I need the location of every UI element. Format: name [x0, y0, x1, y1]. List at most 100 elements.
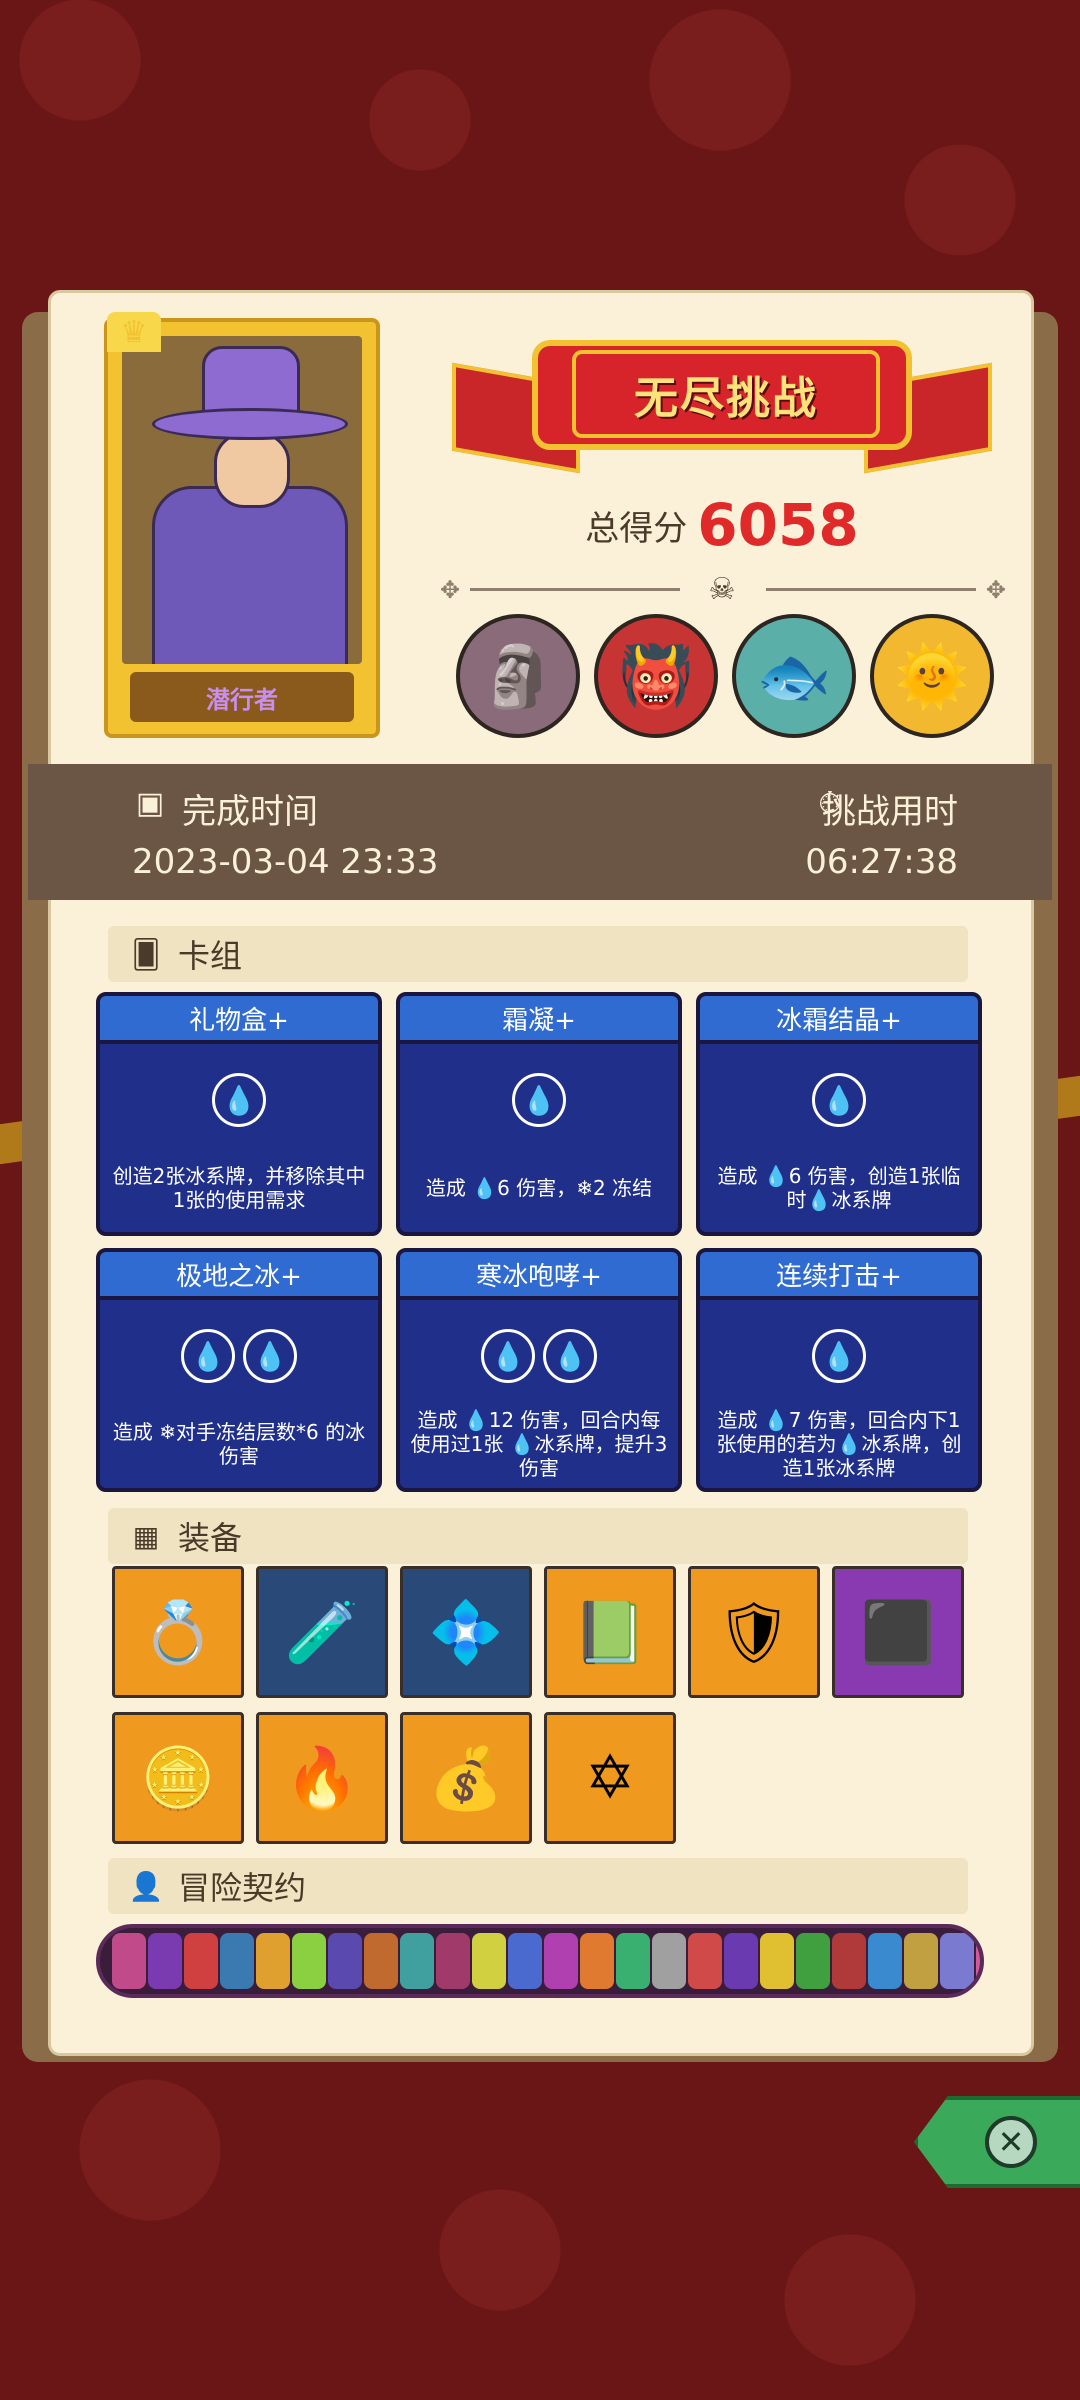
divider-line — [470, 588, 680, 591]
book-icon[interactable]: 📗 — [544, 1566, 676, 1698]
star-icon[interactable]: ✡ — [544, 1712, 676, 1844]
score-value: 6058 — [697, 491, 859, 559]
deck-cards: 礼物盒+ 💧 创造2张冰系牌，并移除其中1张的使用需求 霜凝+ 💧 造成 💧6 伤害，❄2… — [96, 992, 984, 1492]
box-icon: ▦ — [132, 1519, 160, 1553]
contract-icon — [508, 1933, 542, 1989]
equipment-grid: 💍 🧪 💠 📗 🛡 ⬛ 🪙 🔥 💰 ✡ — [112, 1566, 972, 1846]
deck-title: 卡组 — [178, 937, 243, 975]
contract-icon — [724, 1933, 758, 1989]
water-drop-icon: 💧 — [812, 1073, 866, 1127]
contract-strip[interactable] — [96, 1924, 984, 1998]
title-banner: 无尽挑战 — [452, 330, 992, 480]
contract-icon — [148, 1933, 182, 1989]
hero-art — [122, 336, 362, 664]
water-drop-icon: 💧 — [812, 1329, 866, 1383]
ice-emblem-icon[interactable]: 💠 — [400, 1566, 532, 1698]
card-cost: 💧 💧 — [100, 1326, 378, 1386]
skill-card[interactable]: 连续打击+ 💧 造成 💧7 伤害，回合内下1张使用的若为💧冰系牌，创造1张冰系牌 — [696, 1248, 982, 1492]
skill-card[interactable]: 霜凝+ 💧 造成 💧6 伤害，❄2 冻结 — [396, 992, 682, 1236]
time-band-inner: ▣ 完成时间 2023-03-04 23:33 ⏱ 挑战用时 06:27:38 — [52, 764, 1028, 900]
potion-icon[interactable]: 🧪 — [256, 1566, 388, 1698]
contract-icon — [652, 1933, 686, 1989]
close-icon: ✕ — [985, 2116, 1037, 2168]
divider-line — [766, 588, 976, 591]
equipment-header: ▦ 装备 — [108, 1508, 968, 1564]
duration-value: 06:27:38 — [805, 842, 958, 882]
contract-icon — [256, 1933, 290, 1989]
ornament-icon: ✥ — [440, 576, 461, 604]
card-cost: 💧 — [100, 1070, 378, 1130]
ring-icon[interactable]: 💍 — [112, 1566, 244, 1698]
card-name: 礼物盒+ — [100, 996, 378, 1044]
contract-icon — [904, 1933, 938, 1989]
cards-icon: 🂠 — [131, 937, 161, 971]
sun-boss-icon[interactable]: 🌞 — [870, 614, 994, 738]
contract-icon — [832, 1933, 866, 1989]
water-drop-icon: 💧 — [481, 1329, 535, 1383]
cage-beast-icon[interactable]: 👹 — [594, 614, 718, 738]
duration-label: 挑战用时 — [822, 792, 958, 832]
contracts-header: 👤 冒险契约 — [108, 1858, 968, 1914]
medallion-icon[interactable]: 🪙 — [112, 1712, 244, 1844]
card-description: 造成 💧6 伤害，创造1张临时💧冰系牌 — [717, 1164, 961, 1212]
equipment-title: 装备 — [178, 1519, 243, 1557]
face-shape — [214, 432, 290, 508]
contract-icon — [868, 1933, 902, 1989]
total-score: 总得分 6058 — [452, 490, 992, 560]
banner-title: 无尽挑战 — [572, 350, 880, 438]
skill-card[interactable]: 礼物盒+ 💧 创造2张冰系牌，并移除其中1张的使用需求 — [96, 992, 382, 1236]
crown-icon: ♛ — [107, 312, 161, 352]
card-description: 造成 💧7 伤害，回合内下1张使用的若为💧冰系牌，创造1张冰系牌 — [716, 1408, 962, 1480]
contract-icon — [292, 1933, 326, 1989]
shield-icon[interactable]: 🛡 — [688, 1566, 820, 1698]
card-description: 造成 💧12 伤害，回合内每使用过1张 💧冰系牌，提升3伤害 — [410, 1408, 668, 1480]
contract-icon — [436, 1933, 470, 1989]
contract-icon — [544, 1933, 578, 1989]
skill-card[interactable]: 寒冰咆哮+ 💧 💧 造成 💧12 伤害，回合内每使用过1张 💧冰系牌，提升3伤害 — [396, 1248, 682, 1492]
card-cost: 💧 💧 — [400, 1326, 678, 1386]
close-button[interactable]: ✕ — [914, 2096, 1080, 2188]
skill-card[interactable]: 冰霜结晶+ 💧 造成 💧6 伤害，创造1张临时💧冰系牌 — [696, 992, 982, 1236]
contract-icon — [400, 1933, 434, 1989]
water-drop-icon: 💧 — [212, 1073, 266, 1127]
card-description: 造成 💧6 伤害，❄2 冻结 — [425, 1176, 653, 1200]
hero-name: 潜行者 — [130, 672, 354, 722]
card-name: 极地之冰+ — [100, 1252, 378, 1300]
contract-icon — [760, 1933, 794, 1989]
ornament-icon: ✥ — [985, 576, 1006, 604]
skill-card[interactable]: 极地之冰+ 💧 💧 造成 ❄对手冻结层数*6 的冰伤害 — [96, 1248, 382, 1492]
water-drop-icon: 💧 — [181, 1329, 235, 1383]
contract-icon — [616, 1933, 650, 1989]
contract-icon — [796, 1933, 830, 1989]
contract-icon — [688, 1933, 722, 1989]
cube-icon[interactable]: ⬛ — [832, 1566, 964, 1698]
flame-icon[interactable]: 🔥 — [256, 1712, 388, 1844]
contract-icon — [112, 1933, 146, 1989]
contract-icon — [580, 1933, 614, 1989]
water-drop-icon: 💧 — [512, 1073, 566, 1127]
bag-icon[interactable]: 💰 — [400, 1712, 532, 1844]
card-cost: 💧 — [700, 1326, 978, 1386]
card-description: 造成 ❄对手冻结层数*6 的冰伤害 — [112, 1420, 366, 1468]
card-name: 冰霜结晶+ — [700, 996, 978, 1044]
defeated-bosses: 🗿 👹 🐟 🌞 — [456, 614, 996, 744]
time-band: ▣ 完成时间 2023-03-04 23:33 ⏱ 挑战用时 06:27:38 — [28, 764, 1052, 900]
calendar-icon: ▣ — [135, 786, 165, 821]
stone-golem-icon[interactable]: 🗿 — [456, 614, 580, 738]
contract-icon — [364, 1933, 398, 1989]
contract-icon — [184, 1933, 218, 1989]
cloak-shape — [152, 486, 348, 664]
hero-portrait: 潜行者 — [104, 318, 380, 738]
person-icon: 👤 — [128, 1869, 164, 1903]
card-cost: 💧 — [700, 1070, 978, 1130]
divider: ✥ ☠ ✥ — [440, 570, 1006, 610]
contract-icon — [220, 1933, 254, 1989]
contract-icon — [328, 1933, 362, 1989]
contract-icon — [940, 1933, 974, 1989]
contracts-title: 冒险契约 — [178, 1869, 307, 1907]
skull-icon: ☠ — [708, 572, 736, 607]
fish-boss-icon[interactable]: 🐟 — [732, 614, 856, 738]
card-description: 创造2张冰系牌，并移除其中1张的使用需求 — [112, 1164, 366, 1212]
water-drop-icon: 💧 — [243, 1329, 297, 1383]
card-name: 连续打击+ — [700, 1252, 978, 1300]
